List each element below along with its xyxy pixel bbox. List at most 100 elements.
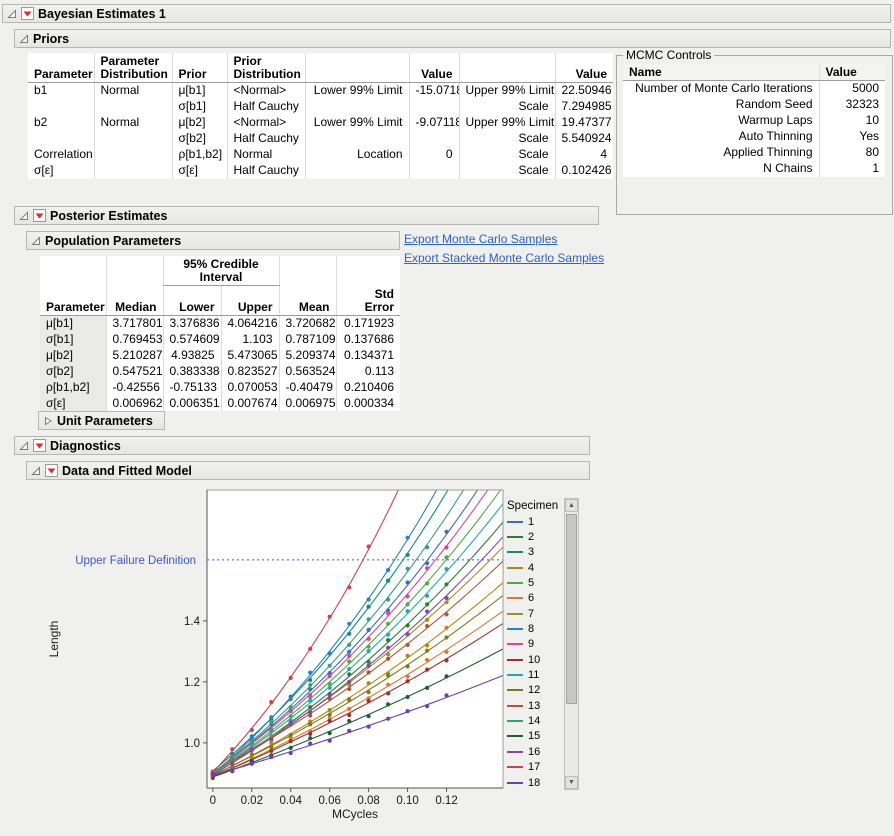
table-cell: Normal (227, 147, 305, 163)
outline-title: Priors (33, 32, 69, 46)
outline-bar-data-and-fitted-model[interactable]: Data and Fitted Model (26, 461, 590, 480)
table-cell: 0.769453 (106, 331, 163, 347)
table-row: μ[b1]3.7178013.3768364.0642163.7206820.1… (40, 315, 400, 331)
table-cell: Yes (819, 129, 885, 145)
mcmc-controls-title: MCMC Controls (623, 48, 714, 62)
red-triangle-menu-icon[interactable] (21, 7, 34, 20)
legend-label: 11 (528, 669, 539, 681)
legend-item-specimen-6[interactable]: 6 (507, 591, 563, 606)
legend-item-specimen-9[interactable]: 9 (507, 637, 563, 652)
data-and-fitted-model-plot: Upper Failure Definition00.020.040.060.0… (40, 486, 590, 834)
table-cell: 0.210406 (336, 379, 400, 395)
outline-bar-unit-parameters[interactable]: Unit Parameters (38, 411, 165, 430)
table-cell: 0.070053 (221, 379, 279, 395)
legend-item-specimen-4[interactable]: 4 (507, 560, 563, 575)
legend-item-specimen-16[interactable]: 16 (507, 744, 563, 759)
scrollbar-down-arrow-icon[interactable]: ▼ (565, 776, 578, 789)
table-row: b2Normalμ[b2]<Normal>Lower 99% Limit-9.0… (28, 115, 613, 131)
legend-item-specimen-13[interactable]: 13 (507, 698, 563, 713)
outline-title: Bayesian Estimates 1 (38, 7, 166, 21)
legend-label: 13 (528, 700, 540, 712)
scrollbar-track[interactable] (565, 512, 578, 776)
scrollbar-thumb[interactable] (566, 514, 577, 704)
outline-title: Diagnostics (50, 439, 121, 453)
table-cell: Upper 99% Limit (459, 115, 555, 131)
legend-item-specimen-10[interactable]: 10 (507, 652, 563, 667)
table-row: Applied Thinning80 (623, 145, 885, 161)
scrollbar-up-arrow-icon[interactable]: ▲ (565, 499, 578, 512)
legend-item-specimen-14[interactable]: 14 (507, 713, 563, 728)
legend-item-specimen-7[interactable]: 7 (507, 606, 563, 621)
column-header: Prior Distribution (227, 53, 305, 83)
legend-item-specimen-18[interactable]: 18 (507, 775, 563, 790)
column-header: Value (409, 53, 459, 83)
red-triangle-menu-icon[interactable] (45, 464, 58, 477)
outline-title: Population Parameters (45, 234, 181, 248)
table-cell (305, 99, 409, 115)
legend-line-swatch (507, 674, 523, 676)
disclosure-closed-icon[interactable] (43, 416, 53, 426)
export-stacked-monte-carlo-samples-link[interactable]: Export Stacked Monte Carlo Samples (404, 251, 604, 265)
table-cell: 0.102426 (555, 163, 613, 179)
table-cell: 1.103 (221, 331, 279, 347)
table-cell: σ[b1] (172, 99, 227, 115)
outline-bar-population-parameters[interactable]: Population Parameters (26, 231, 400, 250)
column-header: Parameter (40, 286, 106, 316)
disclosure-open-icon[interactable] (19, 211, 29, 221)
legend-scrollbar[interactable]: ▲ ▼ (564, 498, 579, 790)
outline-bar-diagnostics[interactable]: Diagnostics (14, 436, 590, 455)
legend-item-specimen-11[interactable]: 11 (507, 667, 563, 682)
disclosure-open-icon[interactable] (19, 441, 29, 451)
jmp-report-window: Bayesian Estimates 1 Priors Parameter Pa… (0, 0, 894, 836)
column-header: Value (555, 53, 613, 83)
svg-text:1.0: 1.0 (184, 738, 200, 750)
table-cell: ρ[b1,b2] (40, 379, 106, 395)
red-triangle-menu-icon[interactable] (33, 209, 46, 222)
legend-line-swatch (507, 720, 523, 722)
table-cell: 3.720682 (279, 315, 336, 331)
legend-line-swatch (507, 643, 523, 645)
svg-text:0.06: 0.06 (318, 795, 340, 807)
disclosure-open-icon[interactable] (19, 34, 29, 44)
legend-line-swatch (507, 597, 523, 599)
outline-bar-bayesian-estimates-1[interactable]: Bayesian Estimates 1 (2, 4, 891, 23)
legend-item-specimen-17[interactable]: 17 (507, 760, 563, 775)
legend-label: 14 (528, 715, 540, 727)
outline-bar-posterior-estimates[interactable]: Posterior Estimates (14, 206, 599, 225)
svg-text:1.2: 1.2 (184, 677, 200, 689)
disclosure-open-icon[interactable] (31, 466, 41, 476)
table-row: σ[ε]σ[ε]Half CauchyScale0.102426 (28, 163, 613, 179)
plot-canvas[interactable]: Upper Failure Definition00.020.040.060.0… (40, 486, 510, 831)
table-cell: b2 (28, 115, 94, 131)
legend-item-specimen-1[interactable]: 1 (507, 514, 563, 529)
table-cell: <Normal> (227, 83, 305, 99)
table-cell: Upper 99% Limit (459, 83, 555, 99)
legend-item-specimen-3[interactable]: 3 (507, 545, 563, 560)
svg-text:0.04: 0.04 (280, 795, 303, 807)
legend-item-specimen-5[interactable]: 5 (507, 575, 563, 590)
red-triangle-menu-icon[interactable] (33, 439, 46, 452)
legend-item-specimen-2[interactable]: 2 (507, 529, 563, 544)
table-cell: 32323 (819, 97, 885, 113)
table-cell: Correlation (28, 147, 94, 163)
legend-line-swatch (507, 628, 523, 630)
column-header: Value (819, 64, 885, 81)
table-cell: 5.210287 (106, 347, 163, 363)
disclosure-open-icon[interactable] (31, 236, 41, 246)
export-monte-carlo-samples-link[interactable]: Export Monte Carlo Samples (404, 232, 557, 246)
legend-item-specimen-15[interactable]: 15 (507, 729, 563, 744)
svg-text:0.12: 0.12 (435, 795, 457, 807)
disclosure-open-icon[interactable] (7, 9, 17, 19)
legend-item-specimen-12[interactable]: 12 (507, 683, 563, 698)
table-cell: 3.376836 (163, 315, 221, 331)
table-cell: Normal (94, 83, 172, 99)
legend-entries: 123456789101112131415161718 (507, 514, 563, 790)
table-cell: Number of Monte Carlo Iterations (623, 81, 819, 97)
column-header: Parameter Distribution (94, 53, 172, 83)
legend-label: 9 (528, 638, 534, 650)
legend-label: 1 (528, 516, 534, 528)
table-row: σ[b1]0.7694530.5746091.1030.7871090.1376… (40, 331, 400, 347)
table-cell: 80 (819, 145, 885, 161)
legend-item-specimen-8[interactable]: 8 (507, 621, 563, 636)
outline-bar-priors[interactable]: Priors (14, 29, 891, 48)
